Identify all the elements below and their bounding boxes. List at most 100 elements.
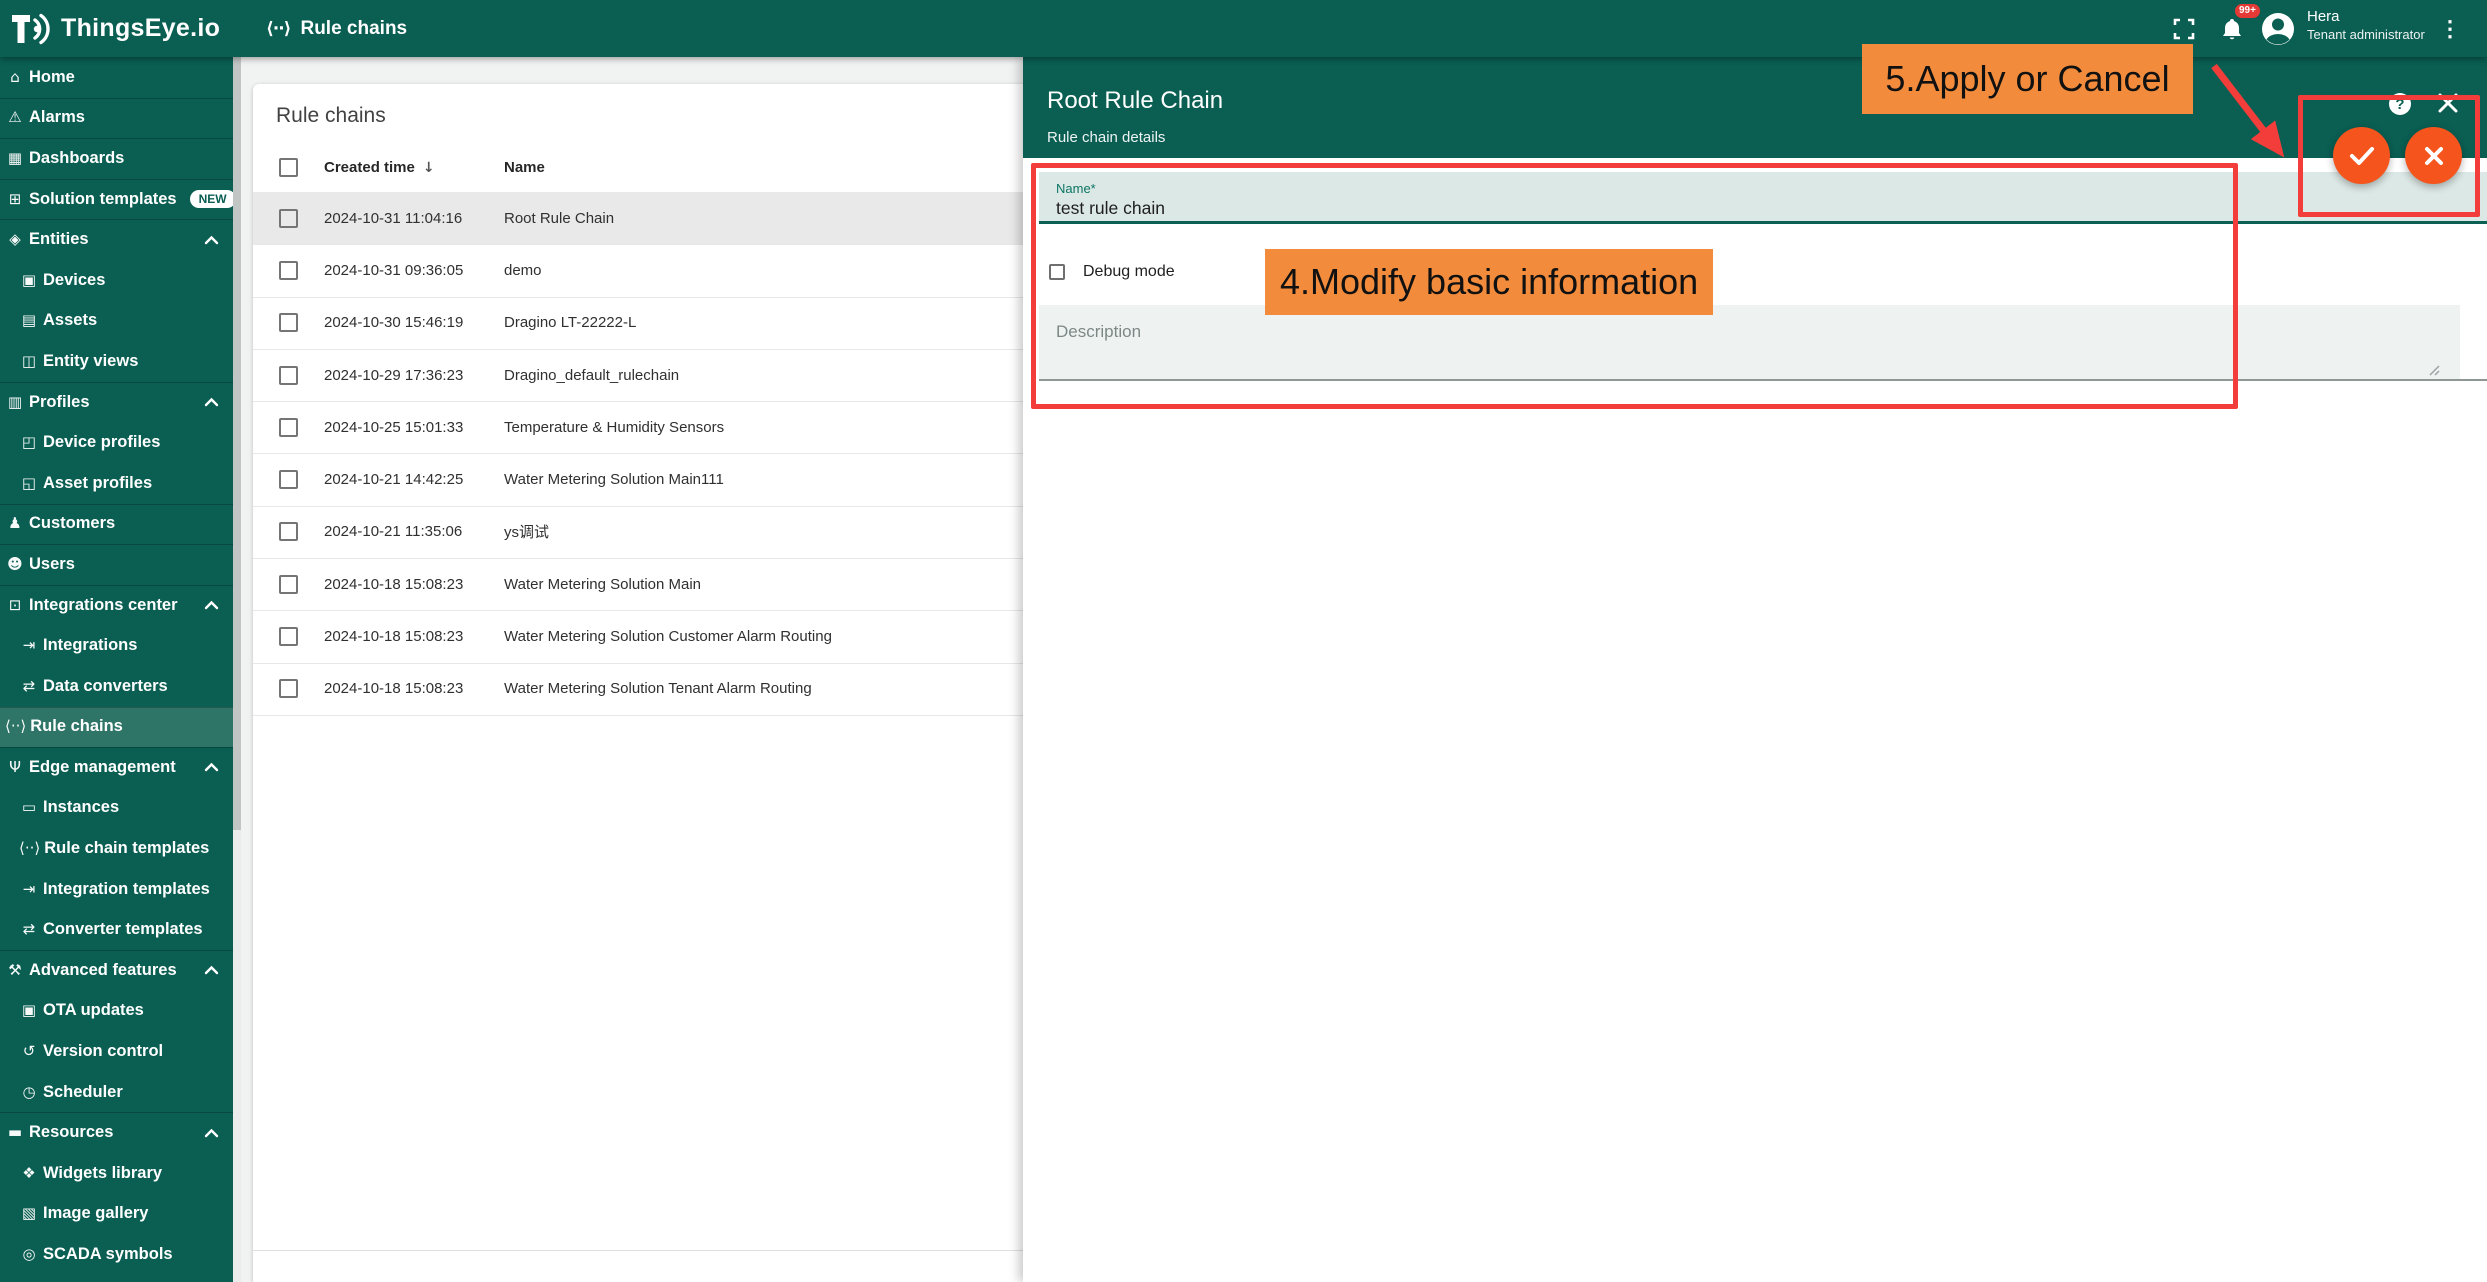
sidebar-item-advanced-features[interactable]: ⚒Advanced features (0, 950, 233, 991)
row-checkbox[interactable] (279, 418, 298, 437)
image-gallery-icon: ▧ (19, 1206, 39, 1221)
notifications-button[interactable]: 99+ (2212, 0, 2252, 57)
sidebar-item-label: Assets (43, 311, 97, 330)
sidebar-item-asset-profiles[interactable]: ◱Asset profiles (0, 463, 233, 504)
sidebar-item-label: Image gallery (43, 1204, 148, 1223)
sidebar-item-label: Customers (29, 514, 115, 533)
row-checkbox[interactable] (279, 313, 298, 332)
sidebar-scrollbar[interactable] (233, 57, 241, 1282)
row-checkbox[interactable] (279, 679, 298, 698)
sidebar-item-integration-templates[interactable]: ⇥Integration templates (0, 869, 233, 910)
sidebar-item-instances[interactable]: ▭Instances (0, 788, 233, 829)
drawer-header: Root Rule Chain Rule chain details (1023, 57, 2487, 158)
integration-templates-icon: ⇥ (19, 882, 39, 897)
user-avatar[interactable] (2258, 0, 2298, 57)
sidebar-item-label: Device profiles (43, 433, 160, 452)
sidebar-item-label: Entities (29, 230, 89, 249)
apply-button[interactable] (2333, 127, 2390, 184)
sidebar-item-entity-views[interactable]: ◫Entity views (0, 341, 233, 382)
row-checkbox[interactable] (279, 627, 298, 646)
sidebar-item-data-converters[interactable]: ⇄Data converters (0, 666, 233, 707)
sidebar-item-dashboards[interactable]: ▦Dashboards (0, 138, 233, 179)
alarms-icon: ⚠ (5, 110, 25, 125)
home-icon: ⌂ (5, 70, 25, 85)
breadcrumb: ⟨··⟩ Rule chains (266, 0, 407, 57)
sidebar-item-scheduler[interactable]: ◷Scheduler (0, 1072, 233, 1113)
sidebar-item-label: Solution templates (29, 190, 177, 209)
scada-symbols-icon: ◎ (19, 1247, 39, 1262)
cancel-button[interactable] (2405, 127, 2462, 184)
debug-mode-label: Debug mode (1083, 263, 1175, 281)
sidebar-item-label: Widgets library (43, 1164, 162, 1183)
header-menu-button[interactable]: ⋮ (2436, 0, 2464, 57)
row-checkbox[interactable] (279, 575, 298, 594)
select-all-checkbox[interactable] (279, 158, 298, 177)
sidebar-item-javascript-library[interactable]: ⊡JavaScript library (0, 1275, 233, 1282)
sidebar-item-solution-templates[interactable]: ⊞Solution templatesNEW (0, 179, 233, 220)
sidebar-item-rule-chains[interactable]: ⟨··⟩Rule chains (0, 707, 233, 748)
sidebar-item-label: Integrations center (29, 596, 178, 615)
sidebar-item-widgets-library[interactable]: ❖Widgets library (0, 1153, 233, 1194)
sidebar-item-integrations-center[interactable]: ⊡ Integrations center (0, 585, 233, 626)
sidebar-item-device-profiles[interactable]: ◰ Device profiles (0, 422, 233, 463)
sidebar-item-image-gallery[interactable]: ▧ Image gallery (0, 1194, 233, 1235)
sidebar-item-converter-templates[interactable]: ⇄ Converter templates (0, 909, 233, 950)
cell-created-time: 2024-10-18 15:08:23 (324, 576, 504, 593)
cell-created-time: 2024-10-25 15:01:33 (324, 419, 504, 436)
name-field[interactable]: Name* test rule chain (1039, 172, 2487, 224)
fullscreen-button[interactable] (2166, 0, 2202, 57)
sidebar-item-version-control[interactable]: ↺ Version control (0, 1031, 233, 1072)
sidebar-item-scada-symbols[interactable]: ◎SCADA symbols (0, 1234, 233, 1275)
textarea-resize-handle[interactable] (2428, 363, 2440, 381)
integrations-center-icon: ⊡ (5, 598, 25, 613)
sidebar-item-edge-management[interactable]: ΨEdge management (0, 747, 233, 788)
logo-text: ThingsEye.io (61, 14, 220, 43)
sidebar-item-integrations[interactable]: ⇥Integrations (0, 625, 233, 666)
sidebar-item-resources[interactable]: ▬Resources (0, 1112, 233, 1153)
sidebar-item-label: Profiles (29, 393, 90, 412)
sidebar-item-label: Rule chain templates (44, 839, 209, 858)
row-checkbox[interactable] (279, 209, 298, 228)
asset-profiles-icon: ◱ (19, 476, 39, 491)
cell-created-time: 2024-10-18 15:08:23 (324, 628, 504, 645)
sidebar-item-label: Edge management (29, 758, 176, 777)
sidebar-item-profiles[interactable]: ▥Profiles (0, 382, 233, 423)
column-header-created-time[interactable]: Created time↓ (324, 159, 504, 176)
device-profiles-icon: ◰ (19, 435, 39, 450)
description-field[interactable]: Description (1039, 305, 2460, 379)
user-role: Tenant administrator (2307, 27, 2425, 43)
converter-templates-icon: ⇄ (19, 922, 39, 937)
sidebar-item-entities[interactable]: ◈Entities (0, 219, 233, 260)
sidebar-item-home[interactable]: ⌂Home (0, 57, 233, 98)
sidebar-item-users[interactable]: ☻Users (0, 544, 233, 585)
instances-icon: ▭ (19, 800, 39, 815)
x-icon (2423, 145, 2445, 167)
sidebar-item-label: Version control (43, 1042, 163, 1061)
debug-mode-checkbox[interactable] (1049, 264, 1065, 280)
cell-created-time: 2024-10-31 11:04:16 (324, 210, 504, 227)
sidebar-scrollbar-thumb[interactable] (233, 57, 241, 830)
sidebar-item-label: Converter templates (43, 920, 203, 939)
user-info[interactable]: Hera Tenant administrator (2307, 8, 2425, 43)
sidebar-item-devices[interactable]: ▣Devices (0, 260, 233, 301)
app-logo[interactable]: ThingsEye.io (10, 0, 220, 57)
sidebar-item-rule-chain-templates[interactable]: ⟨··⟩Rule chain templates (0, 828, 233, 869)
row-checkbox[interactable] (279, 470, 298, 489)
name-field-value: test rule chain (1056, 198, 1165, 219)
help-icon[interactable]: ? (2389, 93, 2411, 115)
row-checkbox[interactable] (279, 261, 298, 280)
sidebar-item-alarms[interactable]: ⚠Alarms (0, 98, 233, 139)
sidebar-item-customers[interactable]: ♟Customers (0, 504, 233, 545)
ota-updates-icon: ▣ (19, 1003, 39, 1018)
sidebar-item-ota-updates[interactable]: ▣OTA updates (0, 991, 233, 1032)
row-checkbox[interactable] (279, 366, 298, 385)
close-icon[interactable] (2437, 92, 2459, 114)
sidebar-item-label: Scheduler (43, 1083, 123, 1102)
version-control-icon: ↺ (19, 1044, 39, 1059)
sidebar-item-label: Integrations (43, 636, 137, 655)
sidebar-item-label: Advanced features (29, 961, 177, 980)
fullscreen-icon (2173, 18, 2195, 40)
sidebar-item-assets[interactable]: ▤Assets (0, 301, 233, 342)
row-checkbox[interactable] (279, 522, 298, 541)
sidebar-item-label: Devices (43, 271, 105, 290)
